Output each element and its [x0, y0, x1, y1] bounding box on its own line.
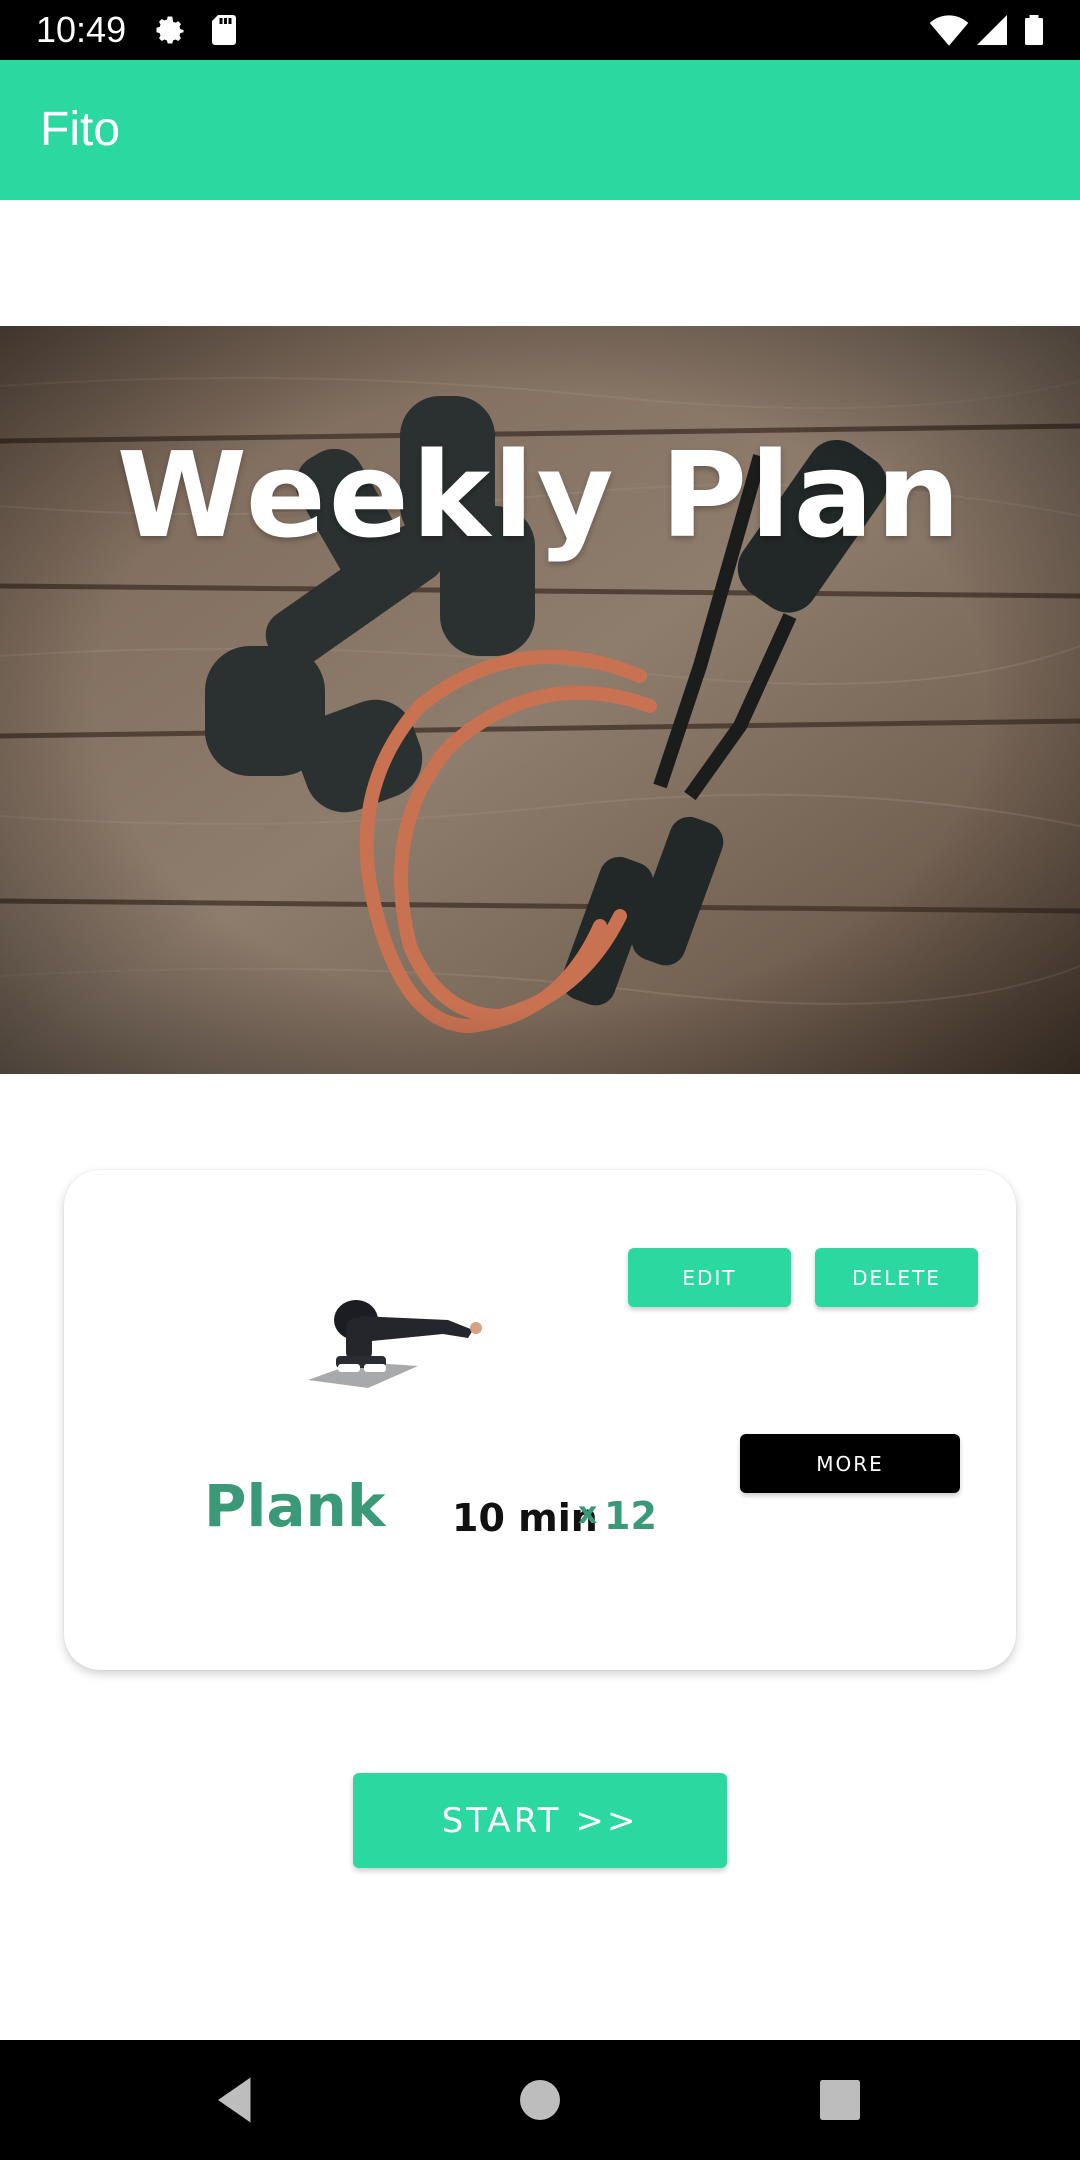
recents-icon[interactable]	[810, 2070, 870, 2130]
hero-banner: Weekly Plan	[0, 326, 1080, 1074]
back-icon[interactable]	[208, 2070, 268, 2130]
exercise-reps: 12	[604, 1494, 657, 1538]
home-icon[interactable]	[510, 2070, 570, 2130]
app-bar: Fito	[0, 60, 1080, 200]
hero-title: Weekly Plan	[116, 426, 964, 564]
times-sign: x	[578, 1496, 598, 1531]
plank-exercise-image	[308, 1300, 482, 1388]
start-button[interactable]: START >>	[353, 1773, 727, 1868]
exercise-duration: 10 min	[452, 1496, 598, 1540]
exercise-name: Plank	[204, 1472, 386, 1540]
settings-icon	[156, 16, 184, 44]
sd-card-icon	[212, 15, 236, 45]
wifi-icon	[929, 15, 969, 46]
signal-icon	[977, 15, 1007, 45]
edit-button[interactable]: EDIT	[628, 1248, 791, 1307]
navigation-bar	[0, 2040, 1080, 2160]
exercise-card: EDIT DELETE MORE Plank 10 min x 12	[64, 1170, 1016, 1670]
status-time: 10:49	[36, 9, 127, 50]
status-bar: 10:49	[0, 0, 1080, 60]
battery-icon	[1025, 15, 1043, 45]
app-title: Fito	[40, 103, 121, 156]
more-button[interactable]: MORE	[740, 1434, 960, 1493]
delete-button[interactable]: DELETE	[815, 1248, 978, 1307]
